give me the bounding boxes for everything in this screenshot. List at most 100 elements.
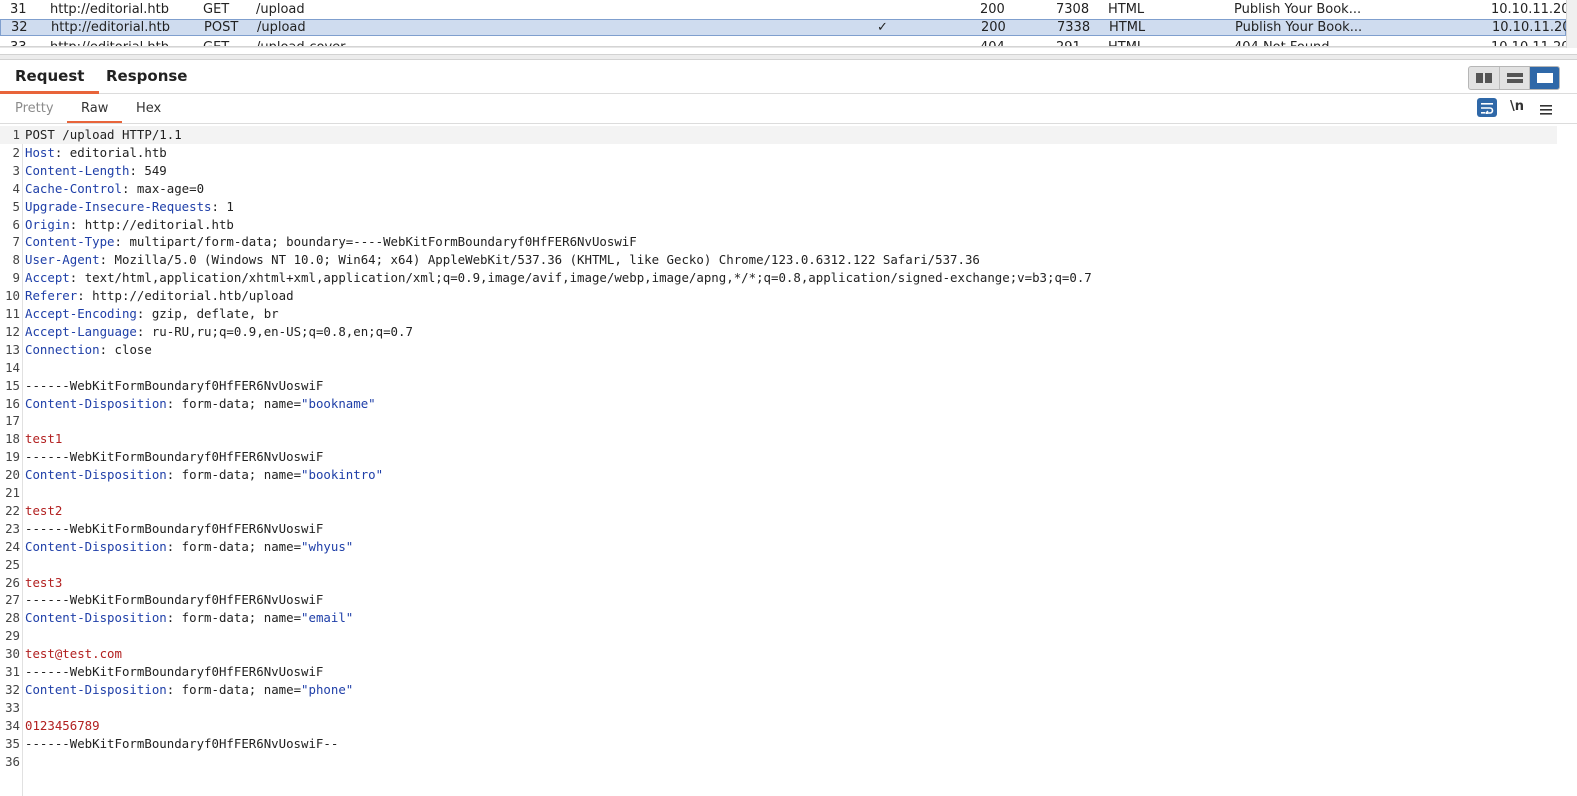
- header-value: editorial.htb: [69, 144, 167, 160]
- tab-hex[interactable]: Hex: [122, 94, 175, 121]
- header-colon: :: [69, 216, 85, 232]
- header-name: Host: [25, 144, 55, 160]
- line-text: ------WebKitFormBoundaryf0HfFER6NvUoswiF…: [25, 735, 339, 751]
- row-number: 32: [11, 20, 28, 35]
- header-name: Connection: [25, 341, 100, 357]
- line-number: 15: [5, 377, 20, 393]
- header-colon: :: [99, 252, 115, 268]
- header-name: Origin: [25, 216, 70, 232]
- vertical-scrollbar[interactable]: [1566, 0, 1577, 48]
- layout-side-by-side-button[interactable]: [1469, 67, 1499, 89]
- editor-line: 30 test@test.com: [0, 645, 1557, 663]
- editor-line: 10 Referer: http://editorial.htb/upload: [0, 287, 1557, 305]
- editor-line: 4 Cache-Control: max-age=0: [0, 180, 1557, 198]
- header-value: text/html,application/xhtml+xml,applicat…: [84, 270, 1092, 286]
- editor-line: 22 test2: [0, 502, 1557, 520]
- row-length: 7338: [1057, 20, 1091, 35]
- header-name: Upgrade-Insecure-Requests: [25, 198, 212, 214]
- editor-line: 21: [0, 484, 1557, 502]
- line-number: 12: [5, 323, 20, 339]
- layout-toggle: [1468, 66, 1560, 90]
- wrap-icon: [1481, 102, 1494, 114]
- table-row-selected[interactable]: 32 http://editorial.htb POST /upload ✓ 2…: [0, 19, 1571, 36]
- header-value: Mozilla/5.0 (Windows NT 10.0; Win64; x64…: [114, 252, 980, 268]
- editor-line: 6 Origin: http://editorial.htb: [0, 216, 1557, 234]
- editor-line: 3 Content-Length: 549: [0, 162, 1557, 180]
- tab-response[interactable]: Response: [91, 60, 202, 91]
- tab-request[interactable]: Request: [0, 60, 100, 94]
- line-number: 23: [5, 520, 20, 536]
- header-value: 1: [226, 198, 234, 214]
- line-number: 4: [12, 180, 20, 196]
- editor-line: 15 ------WebKitFormBoundaryf0HfFER6NvUosw…: [0, 377, 1557, 395]
- line-number: 3: [12, 162, 20, 178]
- line-number: 11: [5, 306, 20, 321]
- layout-tabs-button[interactable]: [1529, 67, 1559, 89]
- editor-line: 7 Content-Type: multipart/form-data; boun…: [0, 233, 1557, 251]
- header-colon: :: [211, 198, 227, 214]
- editor-line: 8 User-Agent: Mozilla/5.0 (Windows NT 10.…: [0, 251, 1557, 269]
- editor-line: 35 ------WebKitFormBoundaryf0HfFER6NvUosw…: [0, 735, 1557, 753]
- line-number: 19: [5, 449, 20, 465]
- menu-icon[interactable]: [1539, 101, 1553, 120]
- single-pane-icon: [1536, 73, 1553, 83]
- editor-line: 14: [0, 359, 1557, 377]
- header-name: Content-Disposition: [25, 681, 167, 697]
- line-number: 7: [12, 234, 20, 250]
- editor-line: 18 test1: [0, 430, 1557, 448]
- request-editor[interactable]: 1 POST /upload HTTP/1.1 2 Host: editorial.h…: [0, 126, 1577, 796]
- line-number: 17: [5, 413, 20, 429]
- editor-line: 19 ------WebKitFormBoundaryf0HfFER6NvUosw…: [0, 448, 1557, 466]
- row-method: POST: [204, 20, 239, 35]
- body-value: test1: [25, 431, 63, 447]
- header-colon: :: [54, 144, 70, 160]
- field-name: "bookname": [301, 395, 376, 411]
- line-number: 28: [5, 610, 20, 626]
- row-url: /upload: [256, 1, 305, 17]
- editor-line: 31 ------WebKitFormBoundaryf0HfFER6NvUosw…: [0, 663, 1557, 681]
- field-name: "email": [301, 610, 354, 626]
- checkmark-icon: ✓: [877, 20, 888, 35]
- field-name: "phone": [301, 681, 354, 697]
- header-colon: :: [114, 234, 130, 250]
- line-number: 30: [5, 646, 20, 662]
- word-wrap-button[interactable]: [1477, 98, 1497, 117]
- horizontal-scrollbar[interactable]: [0, 46, 1566, 48]
- tab-raw[interactable]: Raw: [67, 94, 123, 123]
- header-value: ru-RU,ru;q=0.9,en-US;q=0.8,en;q=0.7: [151, 323, 413, 339]
- field-name: "bookintro": [301, 467, 384, 483]
- view-tabs: Pretty Raw Hex: [0, 94, 1577, 124]
- table-row[interactable]: 31 http://editorial.htb GET /upload 200 …: [0, 0, 1570, 18]
- row-url: /upload: [257, 20, 306, 35]
- show-newlines-button[interactable]: \n: [1510, 99, 1524, 114]
- tab-pretty[interactable]: Pretty: [1, 94, 68, 121]
- header-colon: :: [166, 610, 182, 626]
- header-colon: :: [166, 538, 182, 554]
- editor-line: 20 Content-Disposition: form-data; name="…: [0, 466, 1557, 484]
- row-status: 200: [981, 20, 1006, 35]
- rows-icon: [1506, 73, 1523, 83]
- header-value: max-age=0: [136, 180, 205, 196]
- header-name: Accept-Language: [25, 323, 137, 339]
- line-number: 24: [5, 538, 20, 554]
- header-name: User-Agent: [25, 252, 100, 268]
- row-title: Publish Your Book...: [1234, 1, 1362, 17]
- line-number: 29: [5, 628, 20, 644]
- editor-line: 34 0123456789: [0, 717, 1557, 735]
- header-colon: :: [69, 270, 85, 286]
- editor-line: 25: [0, 556, 1557, 574]
- line-text: ------WebKitFormBoundaryf0HfFER6NvUoswiF: [25, 592, 324, 608]
- header-value: form-data; name=: [181, 610, 302, 626]
- layout-stacked-button[interactable]: [1499, 67, 1529, 89]
- header-colon: :: [129, 162, 145, 178]
- header-colon: :: [77, 288, 93, 304]
- editor-line: 36: [0, 753, 1557, 771]
- editor-line: 28 Content-Disposition: form-data; name="…: [0, 609, 1557, 627]
- header-value: multipart/form-data; boundary=----WebKit…: [129, 234, 637, 250]
- editor-line: 9 Accept: text/html,application/xhtml+xml…: [0, 269, 1557, 287]
- row-number: 31: [10, 1, 27, 17]
- editor-line: 17: [0, 412, 1557, 430]
- row-status: 200: [980, 1, 1005, 17]
- row-host: http://editorial.htb: [50, 1, 169, 17]
- line-text: ------WebKitFormBoundaryf0HfFER6NvUoswiF: [25, 449, 324, 465]
